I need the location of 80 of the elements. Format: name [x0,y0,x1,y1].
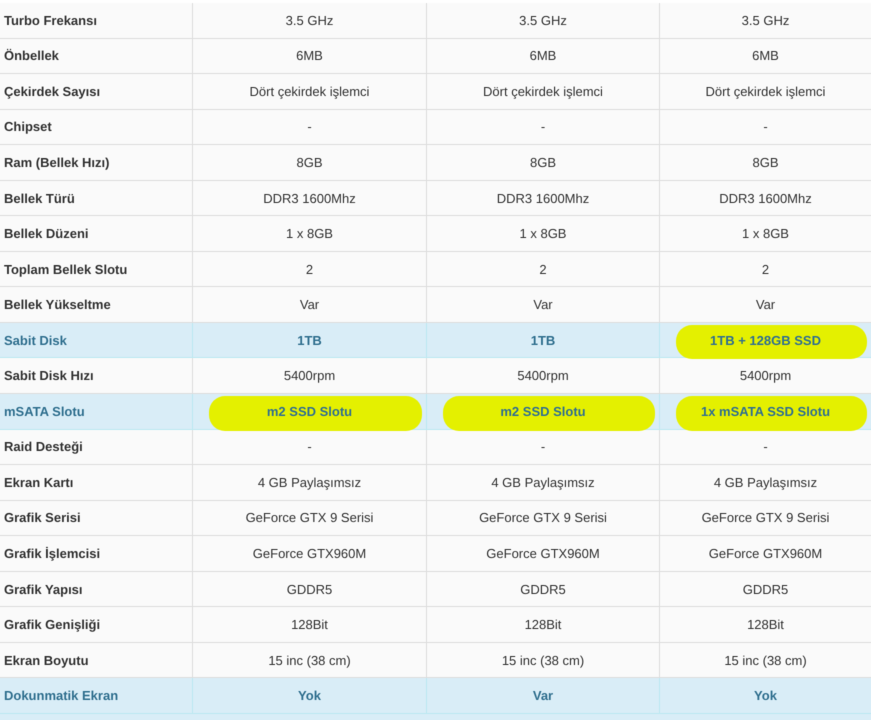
table-cell: 5400rpm [740,368,792,384]
row-label: Çekirdek Sayısı [0,74,193,109]
table-cell: 2 [762,262,770,277]
row-label: Grafik Serisi [0,500,193,536]
table-cell: 2 [306,262,314,277]
row-label: Turbo Frekansı [0,3,193,38]
table-cell: 8GB [752,154,778,170]
table-cell: 4 GB Paylaşımsız [491,474,595,490]
row-label: Ram (Bellek Hızı) [0,145,193,180]
row-label: Önbellek [0,38,193,74]
table-cell: 3.5 GHz [519,12,567,28]
table-cell: 128Bit [747,617,784,632]
table-cell: Dört çekirdek işlemci [706,84,826,99]
table-cell: GeForce GTX 9 Serisi [246,510,374,526]
table-cell: - [763,119,768,134]
row-label: Raid Desteği [0,430,193,464]
table-cell: Var [533,297,553,312]
table-cell: - [307,439,312,454]
table-cell: 1 x 8GB [742,226,789,242]
row-label: Grafik Yapısı [0,572,193,606]
row-label: Sabit Disk [0,322,193,358]
table-cell: DDR3 1600Mhz [496,190,590,206]
table-cell: GeForce GTX960M [708,546,822,561]
table-cell: Yok [298,688,321,704]
table-cell: 128Bit [524,617,562,632]
row-label: Dokunmatik Ekran [0,678,193,713]
table-cell: GDDR5 [520,582,566,597]
table-cell: DDR3 1600Mhz [719,190,812,206]
row-label: Sabit Disk Hızı [0,358,193,394]
table-cell: Dört çekirdek işlemci [250,84,370,99]
row-label: mSATA Slotu [0,394,193,429]
table-cell: 6MB [530,48,556,64]
table-cell: 15 inc (38 cm) [724,652,807,668]
table-cell: 15 inc (38 cm) [502,652,584,668]
table-cell: 3.5 GHz [286,12,334,28]
table-cell: 4 GB Paylaşımsız [714,474,818,490]
row-label: Grafik İşlemcisi [0,536,193,571]
table-cell: DDR3 1600Mhz [263,190,356,206]
table-cell: 2 [539,262,547,277]
row-label: Bellek Yükseltme [0,287,193,322]
row-label: Grafik Genişliği [0,607,193,642]
table-cell: Var [756,297,776,312]
table-cell: 3.5 GHz [742,12,790,28]
table-cell: 128Bit [291,617,328,632]
table-cell: 1TB [530,332,556,348]
table-cell: 8GB [296,154,322,170]
table-cell: - [763,439,768,454]
table-cell: GeForce GTX 9 Serisi [702,510,830,526]
table-cell: Var [532,688,554,704]
row-label: Toplam Bellek Slotu [0,252,193,286]
table-cell: Yok [754,688,777,704]
row-label: Bellek Türü [0,180,193,216]
table-cell: - [540,119,546,134]
table-cell: 6MB [752,48,779,64]
row-label: Bellek Düzeni [0,216,193,251]
table-cell: 1TB + 128GB SSD [710,332,821,348]
table-cell: GDDR5 [286,582,332,597]
table-cell: 1 x 8GB [286,226,333,242]
table-cell: - [307,119,312,134]
table-cell: 1x mSATA SSD Slotu [700,404,830,419]
table-cell: GeForce GTX960M [486,546,600,561]
row-label: Ekran Kartı [0,465,193,500]
table-cell: 5400rpm [517,368,569,384]
row-label: Ekran Boyutu [0,642,193,678]
table-cell: 4 GB Paylaşımsız [258,474,362,490]
table-cell: m2 SSD Slotu [500,404,586,419]
table-cell: GDDR5 [742,582,788,597]
table-cell: Var [300,297,320,312]
row-label: Chipset [0,110,193,144]
table-cell: Dört çekirdek işlemci [483,84,603,99]
table-cell: 1 x 8GB [520,226,566,242]
table-cell: GeForce GTX960M [252,546,366,561]
table-cell: - [540,439,546,454]
table-cell: 1TB [297,332,322,348]
table-cell: m2 SSD Slotu [266,404,352,419]
table-cell: 15 inc (38 cm) [268,652,351,668]
table-cell: GeForce GTX 9 Serisi [479,510,607,526]
table-cell: 6MB [296,48,323,64]
table-cell: 5400rpm [284,368,336,384]
table-cell: 8GB [530,154,556,170]
